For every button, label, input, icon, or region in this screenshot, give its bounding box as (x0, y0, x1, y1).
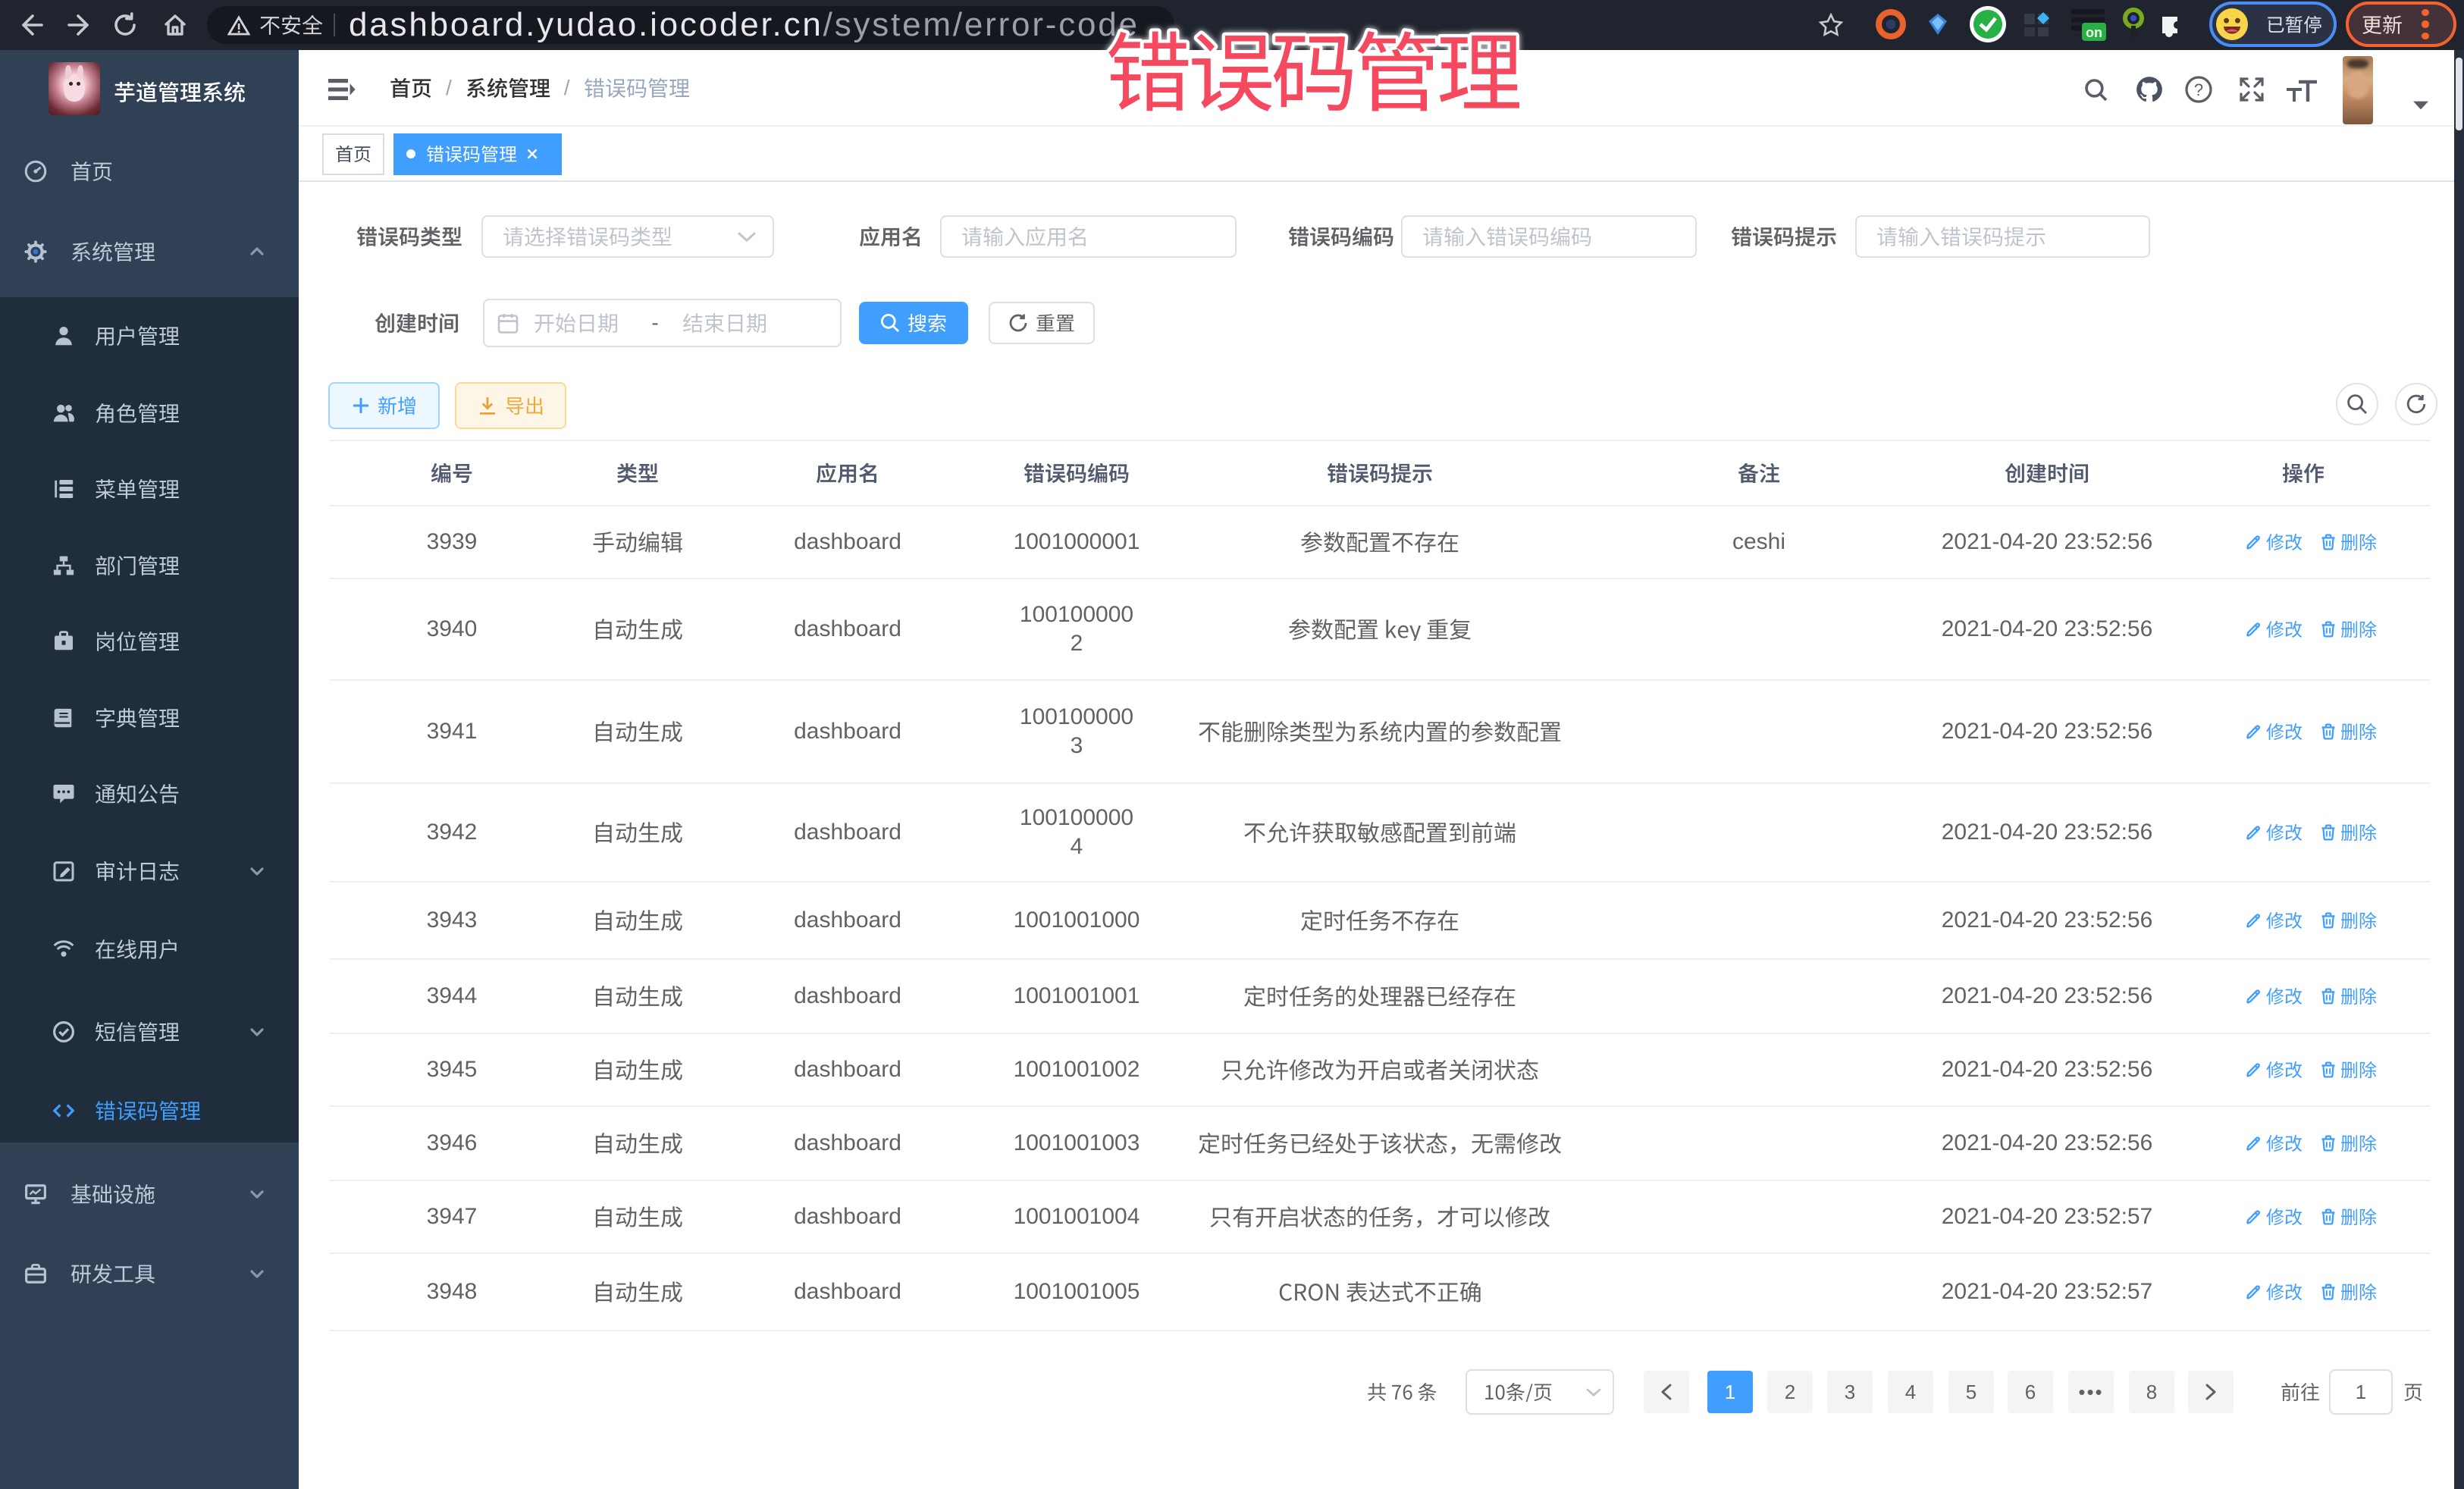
svg-text:on: on (2086, 25, 2102, 40)
svg-text:?: ? (2194, 80, 2203, 99)
